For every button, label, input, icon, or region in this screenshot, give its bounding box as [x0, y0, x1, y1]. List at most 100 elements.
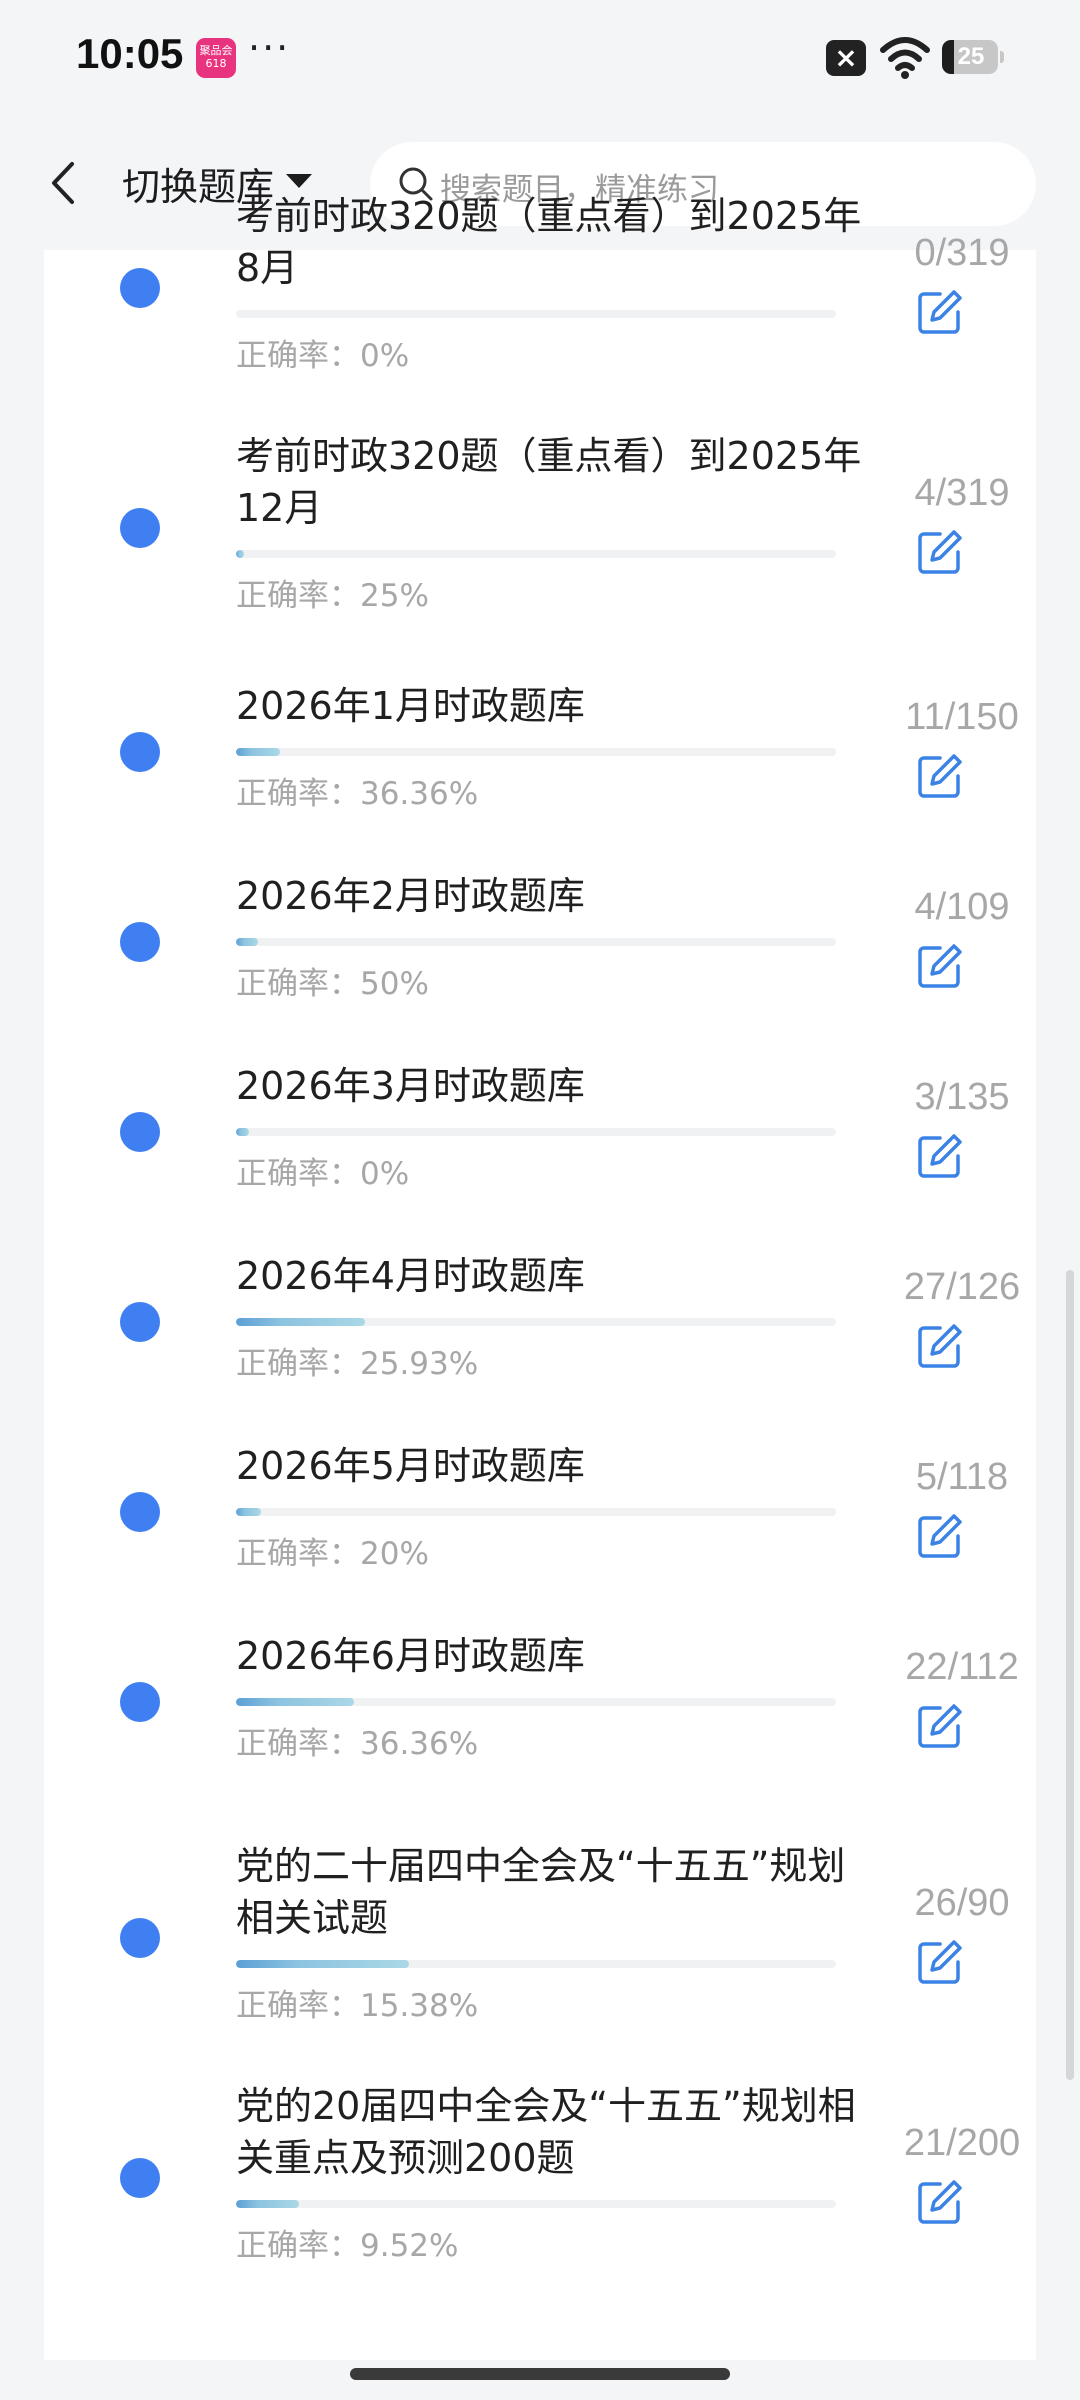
accuracy-value: 20%	[360, 1536, 429, 1572]
accuracy-value: 0%	[360, 1156, 410, 1192]
edit-practice-icon[interactable]	[914, 1130, 966, 1182]
accuracy-label: 正确率：	[236, 2228, 360, 2264]
caret-down-icon[interactable]	[286, 174, 312, 188]
accuracy-text: 正确率：15.38%	[236, 1980, 478, 2025]
accuracy-text: 正确率：25%	[236, 570, 429, 615]
progress-bar	[236, 748, 836, 756]
battery-icon: 25	[942, 40, 1004, 74]
accuracy-value: 9.52%	[360, 2228, 459, 2264]
accuracy-text: 正确率：20%	[236, 1528, 429, 1573]
accuracy-label: 正确率：	[236, 1536, 360, 1572]
scrollbar[interactable]	[1066, 1270, 1074, 2080]
progress-bar	[236, 1318, 836, 1326]
edit-practice-icon[interactable]	[914, 940, 966, 992]
progress-fill	[236, 1318, 365, 1326]
progress-count: 5/118	[915, 1456, 1009, 1498]
progress-count: 3/135	[914, 1076, 1010, 1118]
accuracy-label: 正确率：	[236, 1346, 360, 1382]
progress-fill	[236, 1698, 354, 1706]
accuracy-label: 正确率：	[236, 578, 360, 614]
progress-bar	[236, 2200, 836, 2208]
status-dot-icon	[120, 922, 160, 962]
progress-fill	[236, 1960, 410, 1968]
item-title: 考前时政320题（重点看）到2025年8月	[236, 194, 862, 290]
no-sim-icon: ×	[826, 40, 866, 76]
progress-count: 11/150	[905, 696, 1019, 738]
progress-bar	[236, 1508, 836, 1516]
home-indicator[interactable]	[350, 2368, 730, 2380]
item-title: 2026年4月时政题库	[236, 1254, 585, 1298]
edit-practice-icon[interactable]	[914, 1510, 966, 1562]
progress-count: 26/90	[914, 1882, 1010, 1924]
progress-fill	[236, 1128, 250, 1136]
status-dot-icon	[120, 1682, 160, 1722]
status-dot-icon	[120, 1492, 160, 1532]
progress-count: 27/126	[903, 1266, 1021, 1308]
accuracy-value: 36.36%	[360, 776, 479, 812]
edit-practice-icon[interactable]	[914, 286, 966, 338]
item-title: 考前时政320题（重点看）到2025年12月	[236, 434, 862, 530]
accuracy-text: 正确率：36.36%	[236, 1718, 478, 1763]
accuracy-label: 正确率：	[236, 338, 360, 374]
progress-bar	[236, 1960, 836, 1968]
progress-bar	[236, 550, 836, 558]
accuracy-text: 正确率：0%	[236, 330, 409, 375]
accuracy-value: 0%	[360, 338, 410, 374]
accuracy-text: 正确率：36.36%	[236, 768, 478, 813]
status-dot-icon	[120, 732, 160, 772]
status-dot-icon	[120, 268, 160, 308]
accuracy-text: 正确率：25.93%	[236, 1338, 478, 1383]
accuracy-value: 25%	[360, 578, 429, 614]
status-dot-icon	[120, 1918, 160, 1958]
status-dot-icon	[120, 1112, 160, 1152]
edit-practice-icon[interactable]	[914, 526, 966, 578]
progress-count: 0/319	[914, 232, 1010, 274]
status-dot-icon	[120, 1302, 160, 1342]
progress-count: 21/200	[903, 2122, 1021, 2164]
edit-practice-icon[interactable]	[914, 2176, 966, 2228]
edit-practice-icon[interactable]	[914, 1320, 966, 1372]
item-title: 党的20届四中全会及“十五五”规划相关重点及预测200题	[236, 2084, 856, 2180]
accuracy-value: 36.36%	[360, 1726, 479, 1762]
progress-fill	[236, 550, 244, 558]
item-title: 2026年3月时政题库	[236, 1064, 585, 1108]
item-title: 2026年2月时政题库	[236, 874, 585, 918]
question-bank-list: 考前时政320题（重点看）到2025年8月 正确率：0% 0/319 考前时政320题…	[44, 194, 1036, 2360]
accuracy-text: 正确率：50%	[236, 958, 429, 1003]
progress-bar	[236, 1698, 836, 1706]
item-title: 2026年6月时政题库	[236, 1634, 585, 1678]
status-time: 10:05	[76, 30, 184, 77]
item-title: 2026年1月时政题库	[236, 684, 585, 728]
progress-fill	[236, 2200, 299, 2208]
progress-fill	[236, 1508, 262, 1516]
accuracy-label: 正确率：	[236, 776, 360, 812]
progress-bar	[236, 310, 836, 318]
back-arrow-icon[interactable]	[44, 158, 84, 208]
progress-count: 22/112	[905, 1646, 1019, 1688]
status-bar: 10:05 聚品会 618 ··· × 25	[0, 0, 1080, 120]
accuracy-value: 15.38%	[360, 1988, 479, 2024]
accuracy-label: 正确率：	[236, 1726, 360, 1762]
progress-fill	[236, 748, 280, 756]
wifi-icon	[880, 37, 930, 79]
accuracy-text: 正确率：0%	[236, 1148, 409, 1193]
progress-fill	[236, 938, 259, 946]
more-notifications-icon: ···	[248, 26, 291, 70]
accuracy-label: 正确率：	[236, 1988, 360, 2024]
accuracy-value: 25.93%	[360, 1346, 479, 1382]
accuracy-label: 正确率：	[236, 1156, 360, 1192]
app-notification-icon: 聚品会 618	[196, 38, 236, 78]
status-dot-icon	[120, 2158, 160, 2198]
item-title: 2026年5月时政题库	[236, 1444, 585, 1488]
progress-count: 4/319	[914, 472, 1010, 514]
accuracy-value: 50%	[360, 966, 429, 1002]
edit-practice-icon[interactable]	[914, 1936, 966, 1988]
battery-level: 25	[957, 43, 985, 70]
status-dot-icon	[120, 508, 160, 548]
item-title: 党的二十届四中全会及“十五五”规划相关试题	[236, 1844, 846, 1940]
accuracy-text: 正确率：9.52%	[236, 2220, 458, 2265]
edit-practice-icon[interactable]	[914, 750, 966, 802]
edit-practice-icon[interactable]	[914, 1700, 966, 1752]
progress-bar	[236, 1128, 836, 1136]
accuracy-label: 正确率：	[236, 966, 360, 1002]
